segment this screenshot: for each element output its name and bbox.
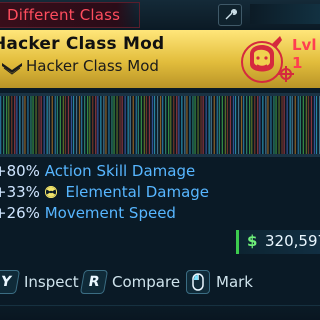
top-bar: Different Class [0,0,320,28]
money-panel: $ 320,597 [236,230,320,254]
stat-label: Elemental Damage [65,183,210,201]
stat-elemental-damage: +33% Elemental Damage [0,183,209,201]
inspect-key[interactable]: Y [0,270,21,294]
money-symbol: $ [247,232,258,250]
item-type-label: Hacker Class Mod [26,57,159,75]
mouse-icon[interactable] [186,270,210,294]
compare-label: Compare [112,273,181,291]
money-value: 320,597 [265,232,320,250]
stat-value: +26% [0,204,40,222]
stat-label: Action Skill Damage [44,162,196,180]
card-pattern [0,93,320,157]
item-name: Hacker Class Mod [0,34,165,54]
stat-value: +80% [0,162,40,180]
compare-key[interactable]: R [79,270,109,294]
wrench-icon[interactable] [218,4,242,26]
mark-prompt[interactable]: Mark [186,270,253,294]
different-class-tag: Different Class [0,2,140,28]
stat-movement-speed: +26% Movement Speed [0,204,176,222]
compare-prompt[interactable]: R Compare [79,270,181,294]
card-pattern-strip [0,93,320,157]
inspect-label: Inspect [24,273,79,291]
radiation-icon [44,184,57,199]
different-class-label: Different Class [7,6,121,24]
item-header: Hacker Class Mod Hacker Class Mod Lvl 1 [0,30,320,88]
mark-label: Mark [216,273,253,291]
stat-action-skill-damage: +80% Action Skill Damage [0,162,195,180]
inspect-prompt[interactable]: Y Inspect [0,270,79,294]
stat-label: Movement Speed [44,204,176,222]
top-bar-right-panel [250,4,320,24]
item-level: Lvl 1 [292,36,317,72]
hacker-portrait-icon [236,34,298,88]
bottom-edge [0,306,320,320]
stat-value: +33% [0,183,40,201]
chevron-rank-icon [2,63,22,75]
